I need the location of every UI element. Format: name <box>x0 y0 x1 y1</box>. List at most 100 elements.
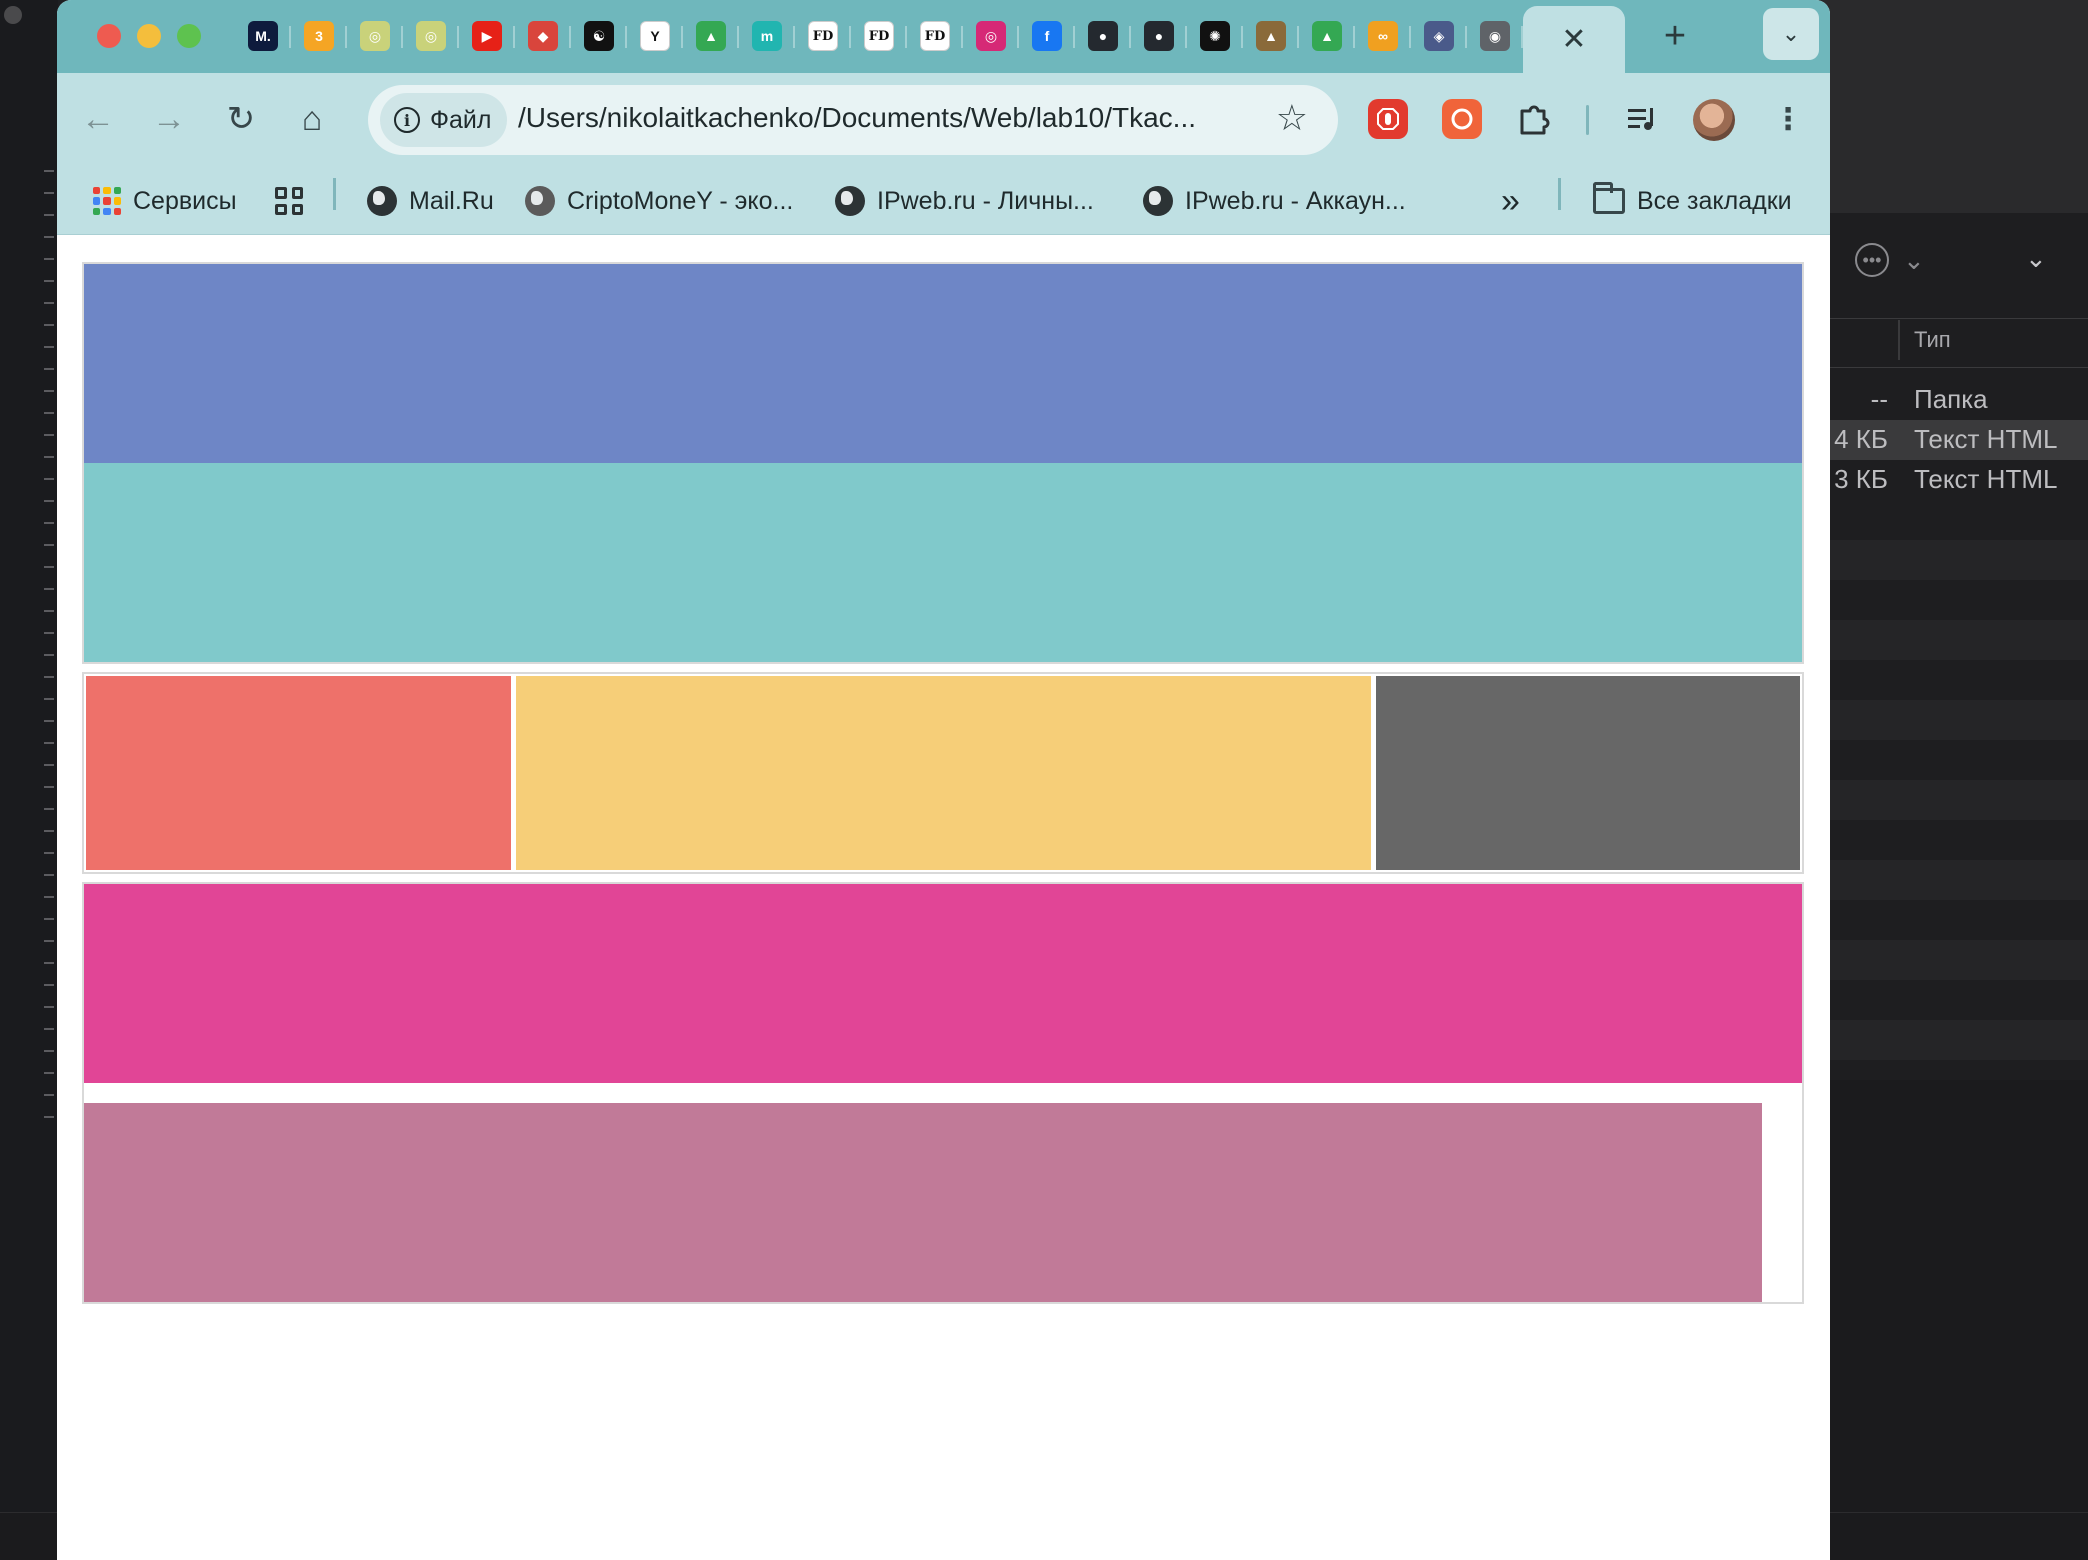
chevron-down-icon[interactable]: ⌄ <box>1903 245 1925 276</box>
header-bottom-block <box>84 463 1802 662</box>
m-icon: m <box>752 21 782 51</box>
bookmark-label: IPweb.ru - Личны... <box>877 186 1094 215</box>
all-bookmarks-label: Все закладки <box>1637 186 1792 215</box>
bookmark-item[interactable]: Mail.Ru <box>367 181 494 221</box>
address-bar[interactable]: i Файл /Users/nikolaitkachenko/Documents… <box>368 85 1338 155</box>
shield-emblem-icon: ◈ <box>1424 21 1454 51</box>
minimize-window-button[interactable] <box>137 24 161 48</box>
site-info-chip[interactable]: i Файл <box>380 93 508 147</box>
facebook-icon: f <box>1032 21 1062 51</box>
maximize-window-button[interactable] <box>177 24 201 48</box>
toolbar-divider <box>1586 105 1589 135</box>
pinned-tab[interactable]: ◉ <box>1467 14 1523 58</box>
pinned-tab[interactable]: FD <box>795 14 851 58</box>
bookmark-item[interactable]: IPweb.ru - Личны... <box>835 181 1094 221</box>
right-column-block <box>1376 676 1800 870</box>
empty-row <box>1820 620 2088 660</box>
file-row[interactable]: 3 КБ Текст HTML <box>1820 460 2088 500</box>
bookmark-item[interactable]: IPweb.ru - Аккаун... <box>1143 181 1406 221</box>
pinned-tab[interactable]: m <box>739 14 795 58</box>
metamask-icon: M. <box>248 21 278 51</box>
reload-button[interactable]: ↻ <box>217 95 265 143</box>
pinned-tab[interactable]: ▶ <box>459 14 515 58</box>
pinned-tab[interactable]: M. <box>235 14 291 58</box>
emblem-icon: ◎ <box>360 21 390 51</box>
yin-yang-icon: ☯ <box>584 21 614 51</box>
pinned-tab[interactable]: ◎ <box>403 14 459 58</box>
pinned-tab[interactable]: FD <box>851 14 907 58</box>
infinity-icon: ∞ <box>1368 21 1398 51</box>
extensions-puzzle-icon[interactable] <box>1514 99 1554 139</box>
footer-top-block <box>84 884 1802 1083</box>
all-bookmarks-button[interactable]: Все закладки <box>1593 181 1792 221</box>
browser-window: M. 3 ◎ ◎ ▶ ◆ ☯ Y ▲ m FD FD FD ◎ f ● ● ✺ ▲ ▲ ∞ ◈ ◉ ✕ + ⌄ ← → ↻ … <box>57 0 1830 1560</box>
pinned-tab[interactable]: ● <box>1075 14 1131 58</box>
column-divider[interactable] <box>1898 320 1900 360</box>
pinned-tab[interactable]: ◎ <box>347 14 403 58</box>
pinned-tab[interactable]: ◈ <box>1411 14 1467 58</box>
adblock-extension-icon[interactable] <box>1368 99 1408 139</box>
left-column-block <box>86 676 511 870</box>
instagram-icon: ◎ <box>976 21 1006 51</box>
tab-groups-button[interactable] <box>275 181 303 221</box>
crypto-site-icon <box>525 186 555 216</box>
new-tab-button[interactable]: + <box>1653 14 1697 58</box>
globe-icon <box>835 186 865 216</box>
pinned-tab[interactable]: FD <box>907 14 963 58</box>
empty-row <box>1820 860 2088 900</box>
file-manager-toolbar <box>1820 0 2088 213</box>
file-manager-actions[interactable]: ••• ⌄ <box>1855 243 1925 277</box>
chevron-down-icon[interactable]: ⌄ <box>2025 243 2047 274</box>
fd-icon: FD <box>920 21 950 51</box>
media-control-icon[interactable] <box>1623 99 1663 139</box>
close-tab-icon[interactable]: ✕ <box>1561 22 1586 57</box>
github-icon: ● <box>1088 21 1118 51</box>
forward-button[interactable]: → <box>145 95 193 143</box>
column-header-type[interactable]: Тип <box>1914 327 1951 353</box>
empty-row <box>1820 780 2088 820</box>
close-window-button[interactable] <box>97 24 121 48</box>
youtube-icon: ▶ <box>472 21 502 51</box>
file-row[interactable]: 4 КБ Текст HTML <box>1820 420 2088 460</box>
pinned-tab[interactable]: ▲ <box>1243 14 1299 58</box>
file-size: 4 КБ <box>1834 424 1888 454</box>
pinned-tab[interactable]: ✺ <box>1187 14 1243 58</box>
google-drive-icon: ▲ <box>1312 21 1342 51</box>
record-extension-icon[interactable] <box>1442 99 1482 139</box>
bookmark-item[interactable]: CriptoMoneY - эко... <box>525 181 793 221</box>
home-button[interactable]: ⌂ <box>288 95 336 143</box>
tab-search-button[interactable]: ⌄ <box>1763 8 1819 60</box>
openai-icon: ✺ <box>1200 21 1230 51</box>
browser-menu-icon[interactable]: ⋮ <box>1773 95 1803 143</box>
bookmarks-divider <box>333 178 336 210</box>
pinned-tab[interactable]: 3 <box>291 14 347 58</box>
profile-avatar[interactable] <box>1693 99 1735 141</box>
pinned-tab[interactable]: ● <box>1131 14 1187 58</box>
pinned-tab[interactable]: ◎ <box>963 14 1019 58</box>
file-type: Текст HTML <box>1914 424 2058 454</box>
url-text[interactable]: /Users/nikolaitkachenko/Documents/Web/la… <box>518 102 1196 134</box>
bookmark-label: CriptoMoneY - эко... <box>567 186 794 215</box>
pinned-tab[interactable]: ∞ <box>1355 14 1411 58</box>
empty-row <box>1820 700 2088 740</box>
bookmarks-overflow-button[interactable]: » <box>1501 181 1520 221</box>
pinned-tab[interactable]: Y <box>627 14 683 58</box>
bookmark-apps[interactable]: Сервисы <box>93 181 237 221</box>
pinned-tab[interactable]: ☯ <box>571 14 627 58</box>
pinned-tab[interactable]: f <box>1019 14 1075 58</box>
header-top-block <box>84 264 1802 463</box>
more-actions-icon[interactable]: ••• <box>1855 243 1889 277</box>
pinned-tab[interactable]: ◆ <box>515 14 571 58</box>
fd-icon: FD <box>864 21 894 51</box>
header-section <box>82 262 1804 664</box>
back-button[interactable]: ← <box>74 95 122 143</box>
editor-gutter <box>44 170 54 1120</box>
file-type: Папка <box>1914 384 1988 414</box>
active-tab[interactable]: ✕ <box>1523 6 1625 73</box>
pinned-tab[interactable]: ▲ <box>1299 14 1355 58</box>
emblem-icon: ◎ <box>416 21 446 51</box>
file-row[interactable]: -- Папка <box>1820 380 2088 420</box>
pinned-tab[interactable]: ▲ <box>683 14 739 58</box>
bookmark-star-icon[interactable]: ☆ <box>1276 97 1308 139</box>
bookmark-label: Сервисы <box>133 186 237 215</box>
